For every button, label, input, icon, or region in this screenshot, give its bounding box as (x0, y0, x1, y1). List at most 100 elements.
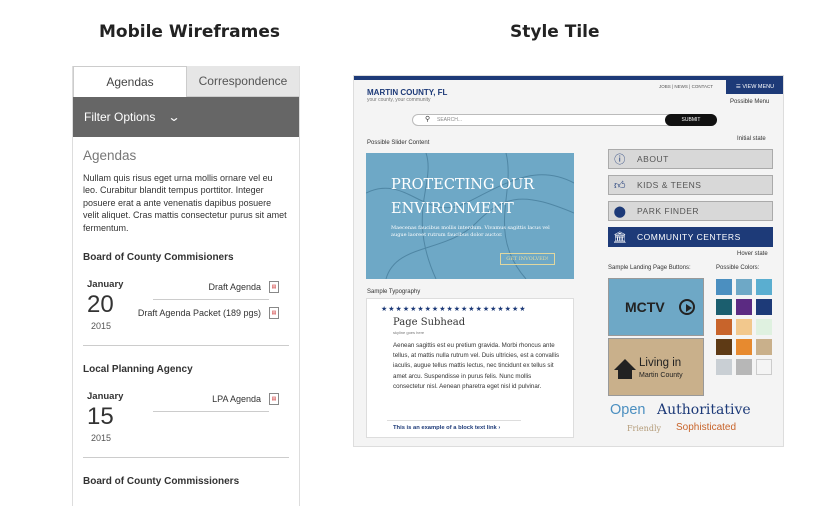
martin-county-label: Martin County (639, 372, 683, 379)
color-swatch (756, 339, 772, 355)
get-involved-button[interactable]: GET INVOLVED! (500, 253, 555, 265)
top-bar (354, 76, 783, 80)
play-icon (679, 299, 695, 315)
brand-name: MARTIN COUNTY, FL (367, 88, 448, 97)
view-menu-button[interactable]: ☰ VIEW MENU (726, 80, 783, 94)
building-icon: 🏛︎ (612, 231, 628, 244)
date-day: 20 (87, 291, 114, 319)
divider (387, 420, 521, 421)
style-tile: MARTIN COUNTY, FL your county, your comm… (353, 75, 784, 447)
nav-label: KIDS & TEENS (637, 180, 702, 190)
word-friendly: Friendly (627, 424, 662, 433)
view-menu-label: VIEW MENU (742, 84, 775, 90)
slider-panel: PROTECTING OUR ENVIRONMENT Maecenas fauc… (366, 153, 574, 279)
divider (83, 345, 289, 347)
block-text-link[interactable]: This is an example of a block text link … (393, 425, 500, 431)
doc-link[interactable]: Draft Agenda ▤ (208, 281, 279, 294)
nav-kids-teens-button[interactable]: 👍︎ KIDS & TEENS (608, 175, 773, 195)
search-bar[interactable]: ⚲ SEARCH... SUBMIT (412, 114, 717, 126)
date-year: 2015 (91, 433, 112, 444)
initial-state-note: Initial state (737, 136, 766, 142)
mctv-label: MCTV (625, 299, 665, 315)
pdf-icon: ▤ (269, 393, 279, 406)
word-open: Open (610, 402, 646, 418)
chevron-down-icon: ⌄ (167, 110, 181, 124)
doc-label: Draft Agenda (208, 282, 261, 293)
word-authoritative: Authoritative (657, 402, 751, 418)
color-swatches (716, 279, 776, 375)
nav-label: ABOUT (637, 154, 669, 164)
date-day: 15 (87, 403, 114, 431)
possible-menu-note: Possible Menu (730, 99, 770, 105)
tab-agendas[interactable]: Agendas (73, 66, 187, 97)
stars-decoration: ★★★★★★★★★★★★★★★★★★★★ (381, 306, 527, 313)
group-title: Board of County Commisioners (83, 252, 234, 264)
thumbs-up-icon: 👍︎ (614, 179, 626, 192)
color-swatch (716, 339, 732, 355)
color-swatch (756, 299, 772, 315)
search-placeholder: SEARCH... (437, 117, 463, 123)
nav-park-finder-button[interactable]: ⬤ PARK FINDER (608, 201, 773, 221)
divider (153, 299, 269, 301)
date-month: January (87, 391, 124, 403)
living-in-button[interactable]: Living in Martin County (608, 338, 704, 396)
doc-link[interactable]: Draft Agenda Packet (189 pgs) ▤ (137, 307, 279, 320)
slider-label: Possible Slider Content (367, 140, 430, 146)
pdf-icon: ▤ (269, 307, 279, 320)
color-swatch (756, 359, 772, 375)
color-swatch (716, 299, 732, 315)
style-tile-heading: Style Tile (510, 22, 600, 42)
color-swatch (756, 279, 772, 295)
doc-label: Draft Agenda Packet (189 pgs) (137, 308, 261, 319)
slider-heading: PROTECTING OUR ENVIRONMENT (391, 177, 535, 217)
mobile-wireframe: Agendas Correspondence Filter Options ⌄ … (72, 66, 300, 506)
date-year: 2015 (91, 321, 112, 332)
typography-label: Sample Typography (367, 289, 421, 295)
possible-colors-label: Possible Colors: (716, 265, 760, 271)
doc-label: LPA Agenda (212, 394, 261, 405)
slider-text: Maecenas faucibus mollis interdum. Vivam… (391, 225, 550, 238)
tab-bar: Agendas Correspondence (73, 66, 299, 97)
info-icon: ⓘ (614, 154, 626, 166)
pdf-icon: ▤ (269, 281, 279, 294)
nav-about-button[interactable]: ⓘ ABOUT (608, 149, 773, 169)
color-swatch (736, 319, 752, 335)
color-swatch (716, 359, 732, 375)
tab-correspondence[interactable]: Correspondence (187, 66, 299, 97)
house-icon-body (618, 369, 632, 379)
search-icon: ⚲ (425, 116, 431, 123)
nav-community-centers-button[interactable]: 🏛︎ COMMUNITY CENTERS (608, 227, 773, 247)
divider (83, 457, 289, 459)
hover-state-note: Hover state (737, 251, 768, 257)
word-sophisticated: Sophisticated (676, 422, 737, 433)
group-title: Local Planning Agency (83, 364, 193, 376)
page-subhead: Page Subhead (393, 317, 466, 328)
typography-card: ★★★★★★★★★★★★★★★★★★★★ Page Subhead skylin… (366, 298, 574, 438)
group-title: Board of County Commissioners (83, 476, 240, 488)
agenda-entry: January 20 2015 Draft Agenda ▤ Draft Age… (83, 271, 289, 341)
color-swatch (736, 359, 752, 375)
mobile-wireframes-heading: Mobile Wireframes (99, 22, 280, 42)
color-swatch (736, 299, 752, 315)
intro-text: Nullam quis risus eget urna mollis ornar… (83, 173, 287, 233)
body-text: Aenean sagittis est eu pretium gravida. … (393, 342, 560, 390)
filter-label: Filter Options (84, 110, 156, 124)
nav-label: PARK FINDER (637, 206, 700, 216)
brand-tagline: your county, your community (367, 97, 431, 103)
map-pin-icon: ⬤ (613, 205, 627, 218)
color-swatch (736, 279, 752, 295)
landing-buttons-label: Sample Landing Page Buttons: (608, 265, 691, 271)
nav-label: COMMUNITY CENTERS (637, 232, 741, 242)
divider (153, 411, 269, 413)
submit-button[interactable]: SUBMIT (665, 114, 717, 126)
doc-link[interactable]: LPA Agenda ▤ (212, 393, 279, 406)
color-swatch (756, 319, 772, 335)
living-in-label: Living in (639, 357, 682, 369)
color-swatch (716, 319, 732, 335)
top-links[interactable]: JOBS | NEWS | CONTACT (659, 84, 713, 89)
agenda-entry: January 15 2015 LPA Agenda ▤ (83, 383, 289, 453)
filter-options-bar[interactable]: Filter Options ⌄ (73, 97, 299, 137)
mctv-button[interactable]: MCTV (608, 278, 704, 336)
color-swatch (716, 279, 732, 295)
date-month: January (87, 279, 124, 291)
